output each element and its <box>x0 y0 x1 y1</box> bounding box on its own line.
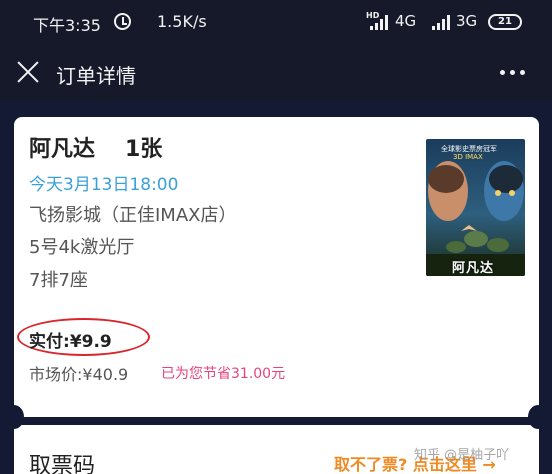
network-type-primary: 4G <box>395 12 417 30</box>
watermark: 知乎 @是柚子吖 <box>414 448 510 463</box>
movie-title: 阿凡达 <box>29 137 96 162</box>
close-icon[interactable] <box>16 60 40 84</box>
showtime: 今天3月13日18:00 <box>29 175 179 195</box>
alarm-icon <box>114 13 131 30</box>
ticket-count: 1张 <box>125 137 163 162</box>
market-price: 市场价:¥40.9 <box>29 361 128 385</box>
poster-tagline-2: 3D IMAX <box>453 153 483 161</box>
signal-icon-secondary <box>432 15 452 30</box>
network-type-secondary: 3G <box>456 12 478 30</box>
nav-bar: 订单详情 <box>0 46 552 102</box>
poster-caption: 阿凡达 <box>452 261 495 276</box>
paid-amount: 实付:¥9.9 <box>29 327 112 352</box>
paid-value: ¥9.9 <box>69 332 112 352</box>
savings-text: 已为您节省31.00元 <box>161 366 286 382</box>
seat-info: 7排7座 <box>29 270 88 291</box>
pickup-code-title: 取票码 <box>29 454 96 474</box>
cinema-name: 飞扬影城（正佳IMAX店） <box>29 205 237 226</box>
hall-name: 5号4k激光厅 <box>29 237 135 258</box>
more-icon[interactable] <box>500 70 528 76</box>
status-bar: 下午3:35 1.5K/s HD 4G 3G 21 <box>0 0 552 46</box>
page-title: 订单详情 <box>56 64 136 88</box>
network-speed: 1.5K/s <box>157 12 207 31</box>
market-label: 市场价: <box>29 365 83 384</box>
battery-icon: 21 <box>488 14 522 30</box>
hd-label: HD <box>366 11 380 20</box>
ticket-notch-left <box>4 405 24 429</box>
ticket-notch-right <box>528 405 548 429</box>
paid-label: 实付: <box>29 332 70 352</box>
status-time: 下午3:35 <box>33 16 101 35</box>
market-value: ¥40.9 <box>82 365 129 384</box>
